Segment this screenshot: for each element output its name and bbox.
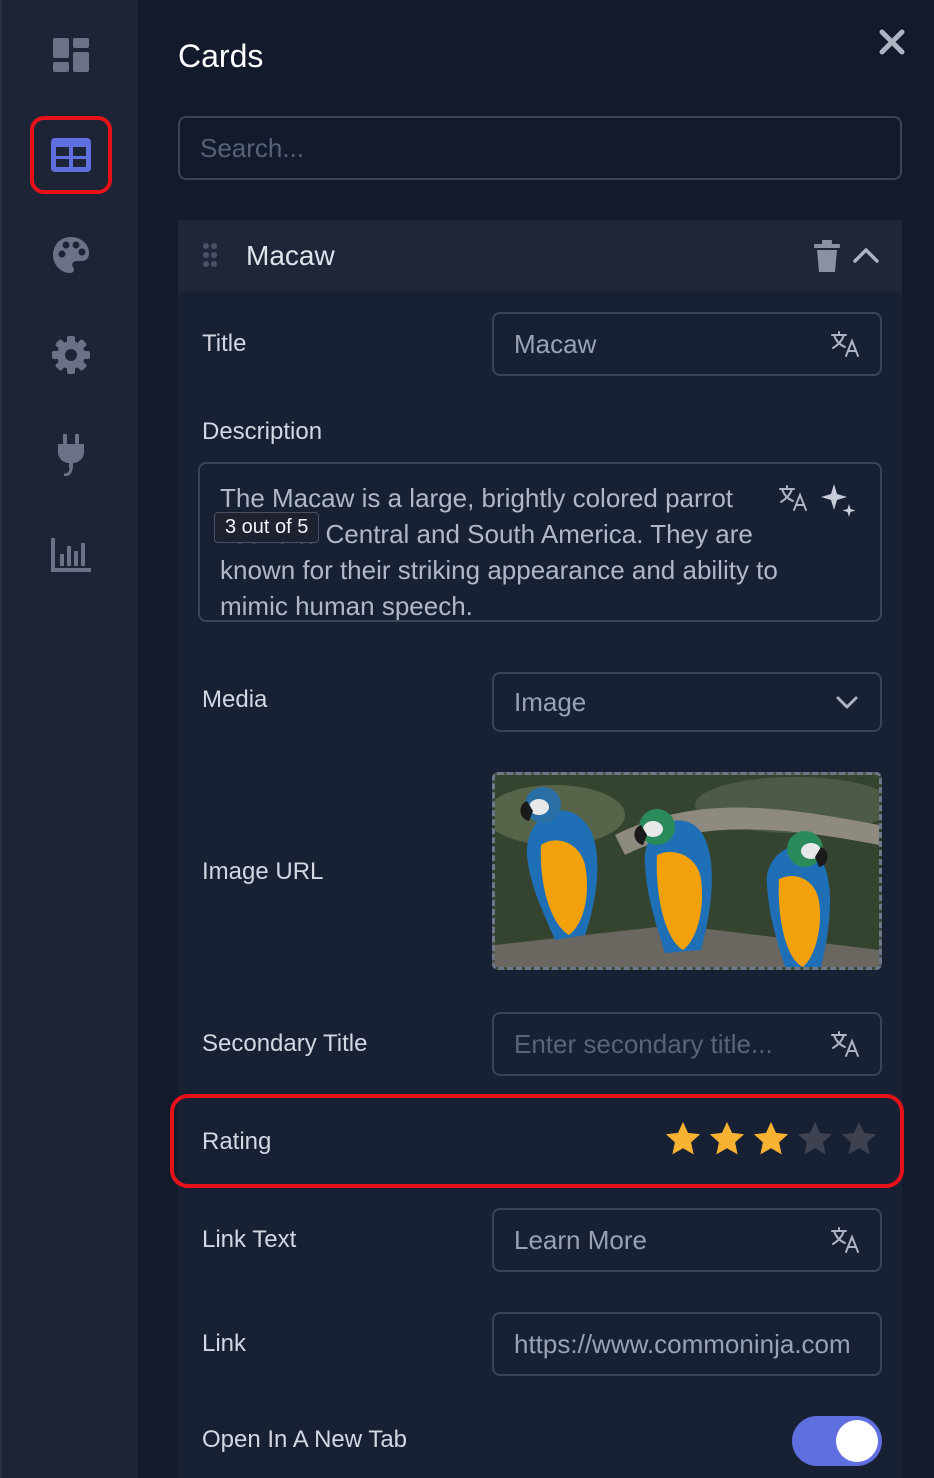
plug-icon: [58, 434, 84, 476]
bar-chart-icon: [51, 538, 91, 572]
description-label: Description: [202, 418, 323, 445]
image-url-label: Image URL: [202, 858, 324, 885]
search-input[interactable]: [178, 116, 902, 180]
secondary-title-field[interactable]: Enter secondary title...: [492, 1012, 882, 1076]
secondary-title-placeholder: Enter secondary title...: [514, 1028, 773, 1059]
rail-item-analytics[interactable]: [30, 516, 112, 594]
new-tab-label: Open In A New Tab: [202, 1426, 408, 1453]
star-empty-icon[interactable]: [796, 1120, 834, 1158]
dashboard-icon: [53, 38, 89, 72]
drag-handle-icon[interactable]: [202, 242, 218, 268]
rail-item-settings[interactable]: [30, 316, 112, 394]
rating-label: Rating: [202, 1128, 272, 1155]
title-label: Title: [202, 330, 247, 357]
title-value: Macaw: [514, 328, 597, 359]
link-label: Link: [202, 1330, 247, 1357]
translate-icon[interactable]: [830, 1226, 860, 1254]
new-tab-toggle[interactable]: [792, 1416, 882, 1466]
media-select[interactable]: Image: [492, 672, 882, 732]
translate-icon[interactable]: [830, 330, 860, 358]
secondary-title-label: Secondary Title: [202, 1030, 368, 1057]
close-icon: [879, 29, 905, 55]
icon-rail: [0, 0, 138, 1478]
link-value: https://www.commoninja.com: [514, 1328, 851, 1359]
toggle-knob: [836, 1420, 878, 1462]
star-filled-icon[interactable]: [752, 1120, 790, 1158]
gear-icon: [52, 336, 90, 374]
chevron-up-icon[interactable]: [852, 242, 880, 270]
card-name: Macaw: [246, 240, 335, 271]
translate-icon[interactable]: [778, 484, 808, 512]
palette-icon: [53, 237, 89, 273]
close-button[interactable]: [872, 22, 912, 62]
table-grid-icon: [51, 138, 91, 172]
macaw-image: [495, 775, 879, 967]
media-value: Image: [514, 686, 587, 717]
link-text-value: Learn More: [514, 1224, 647, 1255]
link-text-field[interactable]: Learn More: [492, 1208, 882, 1272]
rating-stars[interactable]: [664, 1120, 878, 1158]
card-header[interactable]: Macaw: [178, 220, 902, 292]
link-field[interactable]: https://www.commoninja.com: [492, 1312, 882, 1376]
star-filled-icon[interactable]: [708, 1120, 746, 1158]
title-field[interactable]: Macaw: [492, 312, 882, 376]
rail-item-integrations[interactable]: [30, 416, 112, 494]
translate-icon[interactable]: [830, 1030, 860, 1058]
rail-item-design[interactable]: [30, 216, 112, 294]
rating-tooltip: 3 out of 5: [214, 512, 320, 543]
description-value: The Macaw is a large, brightly colored p…: [220, 483, 778, 621]
star-empty-icon[interactable]: [840, 1120, 878, 1158]
link-text-label: Link Text: [202, 1226, 297, 1253]
rail-item-cards[interactable]: [30, 116, 112, 194]
media-label: Media: [202, 686, 268, 713]
image-preview[interactable]: [492, 772, 882, 970]
panel-title: Cards: [178, 38, 264, 74]
rail-item-dashboard[interactable]: [30, 16, 112, 94]
star-filled-icon[interactable]: [664, 1120, 702, 1158]
sparkle-icon[interactable]: [820, 482, 858, 520]
chevron-down-icon: [836, 696, 858, 709]
card-item: Macaw Title Macaw Description The Macaw …: [170, 220, 904, 1478]
trash-icon[interactable]: [814, 240, 840, 272]
